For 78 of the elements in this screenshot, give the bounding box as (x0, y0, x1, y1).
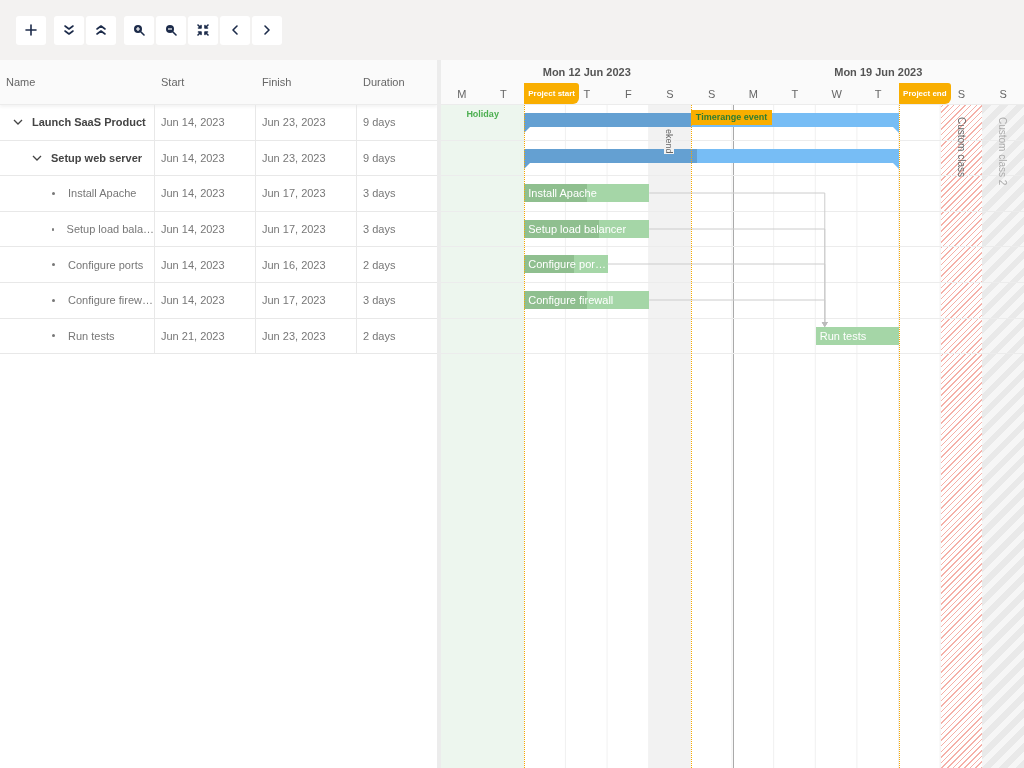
bullet-icon (52, 298, 55, 302)
day-label: T (791, 87, 799, 100)
range-label: Holiday (465, 109, 500, 119)
task-name: Configure ports (68, 258, 144, 271)
week-label: Mon 12 Jun 2023 (542, 65, 631, 78)
table-cell: Jun 14, 2023 (155, 176, 256, 211)
table-cell-text: 9 days (362, 115, 397, 131)
day-label: S (999, 87, 1007, 100)
day-label: S (957, 87, 966, 100)
zoom-out-button[interactable] (156, 15, 186, 45)
double-chevron-down-icon (63, 24, 75, 36)
task-name: Launch SaaS Product (32, 116, 146, 129)
table-cell: Jun 14, 2023 (155, 105, 256, 140)
task-bar[interactable]: Run tests (815, 326, 900, 345)
week-label: Mon 19 Jun 2023 (834, 65, 923, 78)
range-label: ekend (664, 129, 675, 154)
day-label: S (708, 87, 716, 100)
table-cell: Jun 23, 2023 (256, 105, 357, 140)
marker-tag: Project end (899, 83, 951, 104)
bullet-icon (52, 263, 55, 267)
day-label: T (874, 87, 882, 100)
table-cell: Jun 16, 2023 (256, 247, 357, 282)
marker-tag: Project start (524, 83, 579, 104)
table-cell: Jun 23, 2023 (256, 318, 357, 354)
task-name: Install Apache (68, 187, 137, 200)
column-header[interactable]: Duration (357, 60, 437, 104)
bullet-icon (52, 334, 55, 338)
day-label: S (666, 87, 674, 100)
table-cell: Jun 17, 2023 (256, 282, 357, 318)
zoom-to-fit-button[interactable] (188, 15, 218, 45)
day-label: M (748, 87, 758, 100)
collapse-all-button[interactable] (86, 15, 116, 45)
task-name: Setup load bala… (66, 223, 154, 236)
table-cell-text: 9 days (362, 150, 397, 166)
table-cell-text: 3 days (362, 293, 397, 309)
range-label: Custom class 2 (997, 117, 1009, 186)
range-label: Custom class (955, 117, 967, 177)
table-cell-text: 3 days (362, 222, 397, 238)
table-cell: Jun 21, 2023 (155, 318, 256, 354)
day-label: T (500, 87, 507, 100)
day-label: F (625, 87, 632, 100)
plus-icon (25, 24, 37, 36)
zoom-out-icon (165, 24, 177, 36)
table-cell: Jun 17, 2023 (256, 211, 357, 247)
previous-button[interactable] (220, 15, 250, 45)
table-cell: Jun 14, 2023 (155, 282, 256, 318)
zoom-in-button[interactable] (124, 15, 154, 45)
task-bar[interactable]: Configure firewall (524, 290, 650, 309)
task-bar[interactable]: Setup load balancer (524, 219, 650, 238)
chevron-left-icon (229, 24, 241, 36)
task-name: Setup web server (51, 151, 143, 164)
column-header[interactable]: Finish (256, 60, 357, 104)
add-button[interactable] (16, 15, 46, 45)
table-cell: Jun 17, 2023 (256, 176, 357, 211)
day-label: M (457, 87, 467, 100)
task-bar[interactable]: Install Apache (524, 184, 650, 203)
column-header[interactable]: Name (0, 60, 155, 104)
chevron-right-icon (261, 24, 273, 36)
double-chevron-up-icon (95, 24, 107, 36)
task-name: Configure firew… (68, 294, 153, 307)
table-cell-text: 2 days (362, 328, 397, 344)
table-cell-text: 2 days (362, 257, 397, 273)
task-bar[interactable]: Configure por… (524, 255, 608, 274)
table-cell: Jun 14, 2023 (155, 247, 256, 282)
column-header[interactable]: Start (155, 60, 256, 104)
event-tag: Timerange event (690, 110, 773, 125)
table-cell: Jun 23, 2023 (256, 140, 357, 176)
next-button[interactable] (252, 15, 282, 45)
day-label: T (583, 87, 591, 100)
task-name: Run tests (68, 329, 115, 342)
table-cell-text: 3 days (362, 186, 397, 202)
table-cell: Jun 14, 2023 (155, 140, 256, 176)
day-label: W (831, 87, 842, 100)
bullet-icon (52, 192, 55, 195)
inward-arrows-icon (197, 24, 209, 36)
expand-all-button[interactable] (54, 15, 84, 45)
zoom-in-icon (133, 24, 145, 36)
table-cell: Jun 14, 2023 (155, 211, 256, 247)
